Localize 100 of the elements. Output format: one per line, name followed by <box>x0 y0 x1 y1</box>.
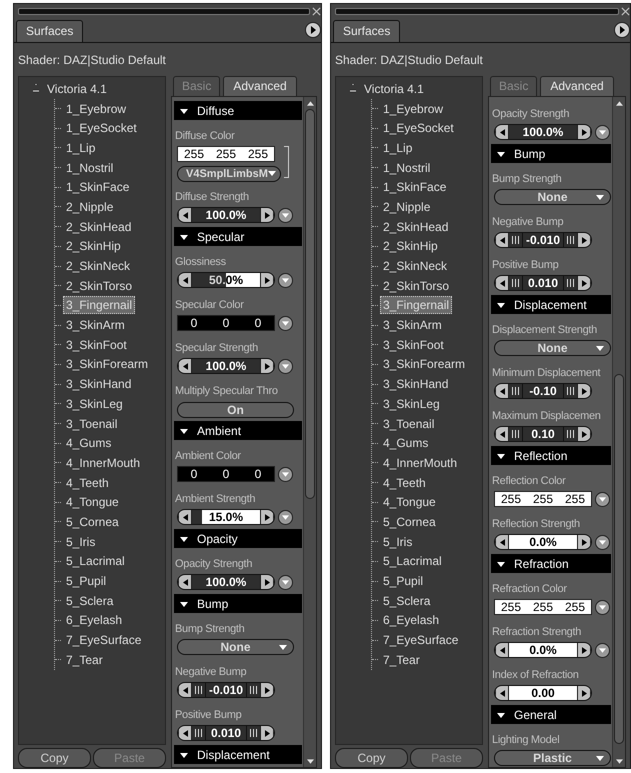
increment-button[interactable] <box>577 384 591 398</box>
menu-button[interactable] <box>595 124 610 140</box>
slider-track[interactable]: 0.00 <box>509 686 577 700</box>
section-header[interactable]: Displacement <box>174 745 302 764</box>
tree-item[interactable]: 3_SkinFoot <box>380 336 447 354</box>
menu-button[interactable] <box>278 574 293 590</box>
tree-item[interactable]: 1_Eyebrow <box>63 100 130 118</box>
tree-item[interactable]: 4_InnerMouth <box>380 454 460 472</box>
tree-item[interactable]: 6_Eyelash <box>63 611 126 630</box>
tree-item[interactable]: 2_Nipple <box>380 198 434 216</box>
increment-button[interactable] <box>260 273 274 287</box>
scroll-up-icon[interactable] <box>616 100 622 106</box>
slider[interactable]: 100.0% <box>177 207 275 223</box>
tree-item[interactable]: Victoria 4.1 <box>44 80 110 98</box>
slider[interactable]: 0.0% <box>494 534 592 550</box>
tree-item[interactable]: 5_Sclera <box>380 592 434 610</box>
scroll-down-icon[interactable] <box>306 758 314 764</box>
decrement-button[interactable] <box>178 273 192 287</box>
tree-item[interactable]: 5_Pupil <box>380 572 426 590</box>
tree-item[interactable]: 1_SkinFace <box>380 178 450 196</box>
toggle-button[interactable]: On <box>177 402 294 418</box>
tree-item[interactable]: 4_InnerMouth <box>63 454 144 472</box>
section-header[interactable]: Displacement <box>491 295 611 314</box>
section-header[interactable]: Ambient <box>174 421 302 440</box>
tree-item[interactable]: 3_Toenail <box>380 414 438 433</box>
number-stepper[interactable]: -0.010 <box>177 682 275 698</box>
tree-item[interactable]: 7_EyeSurface <box>63 631 144 650</box>
tree-item[interactable]: 5_Sclera <box>63 592 116 610</box>
tree-item[interactable]: 5_Cornea <box>63 512 122 531</box>
number-stepper[interactable]: 0.10 <box>494 426 592 442</box>
increment-button[interactable] <box>577 427 591 441</box>
slider-track[interactable]: 100.0% <box>192 359 260 373</box>
increment-button[interactable] <box>260 208 274 222</box>
tree-item[interactable]: 5_Lacrimal <box>63 552 128 570</box>
slider-track[interactable]: 0.0% <box>509 535 577 549</box>
increment-button[interactable] <box>577 276 591 290</box>
decrement-button[interactable] <box>495 686 509 700</box>
decrement-button[interactable] <box>178 726 192 740</box>
tree-item[interactable]: 4_Gums <box>380 434 432 452</box>
menu-button[interactable] <box>278 358 293 374</box>
color-field[interactable]: 0 0 0 <box>177 315 275 331</box>
panel-tab[interactable]: Surfaces <box>16 20 84 42</box>
tree-item[interactable]: 2_SkinHip <box>63 237 124 256</box>
menu-button[interactable] <box>595 642 610 658</box>
increment-button[interactable] <box>577 125 591 139</box>
slider[interactable]: 15.0% <box>177 509 275 525</box>
slider[interactable]: 100.0% <box>494 124 592 140</box>
tree-item[interactable]: 5_Lacrimal <box>380 552 445 570</box>
number-stepper[interactable]: 0.010 <box>177 725 275 741</box>
tree-item[interactable]: 3_SkinHand <box>380 375 452 394</box>
tree-item[interactable]: 1_EyeSocket <box>63 119 140 138</box>
section-header[interactable]: Opacity <box>174 529 302 548</box>
tree-item[interactable]: 4_Gums <box>63 434 114 452</box>
dropdown[interactable]: None <box>494 189 611 205</box>
decrement-button[interactable] <box>495 427 509 441</box>
color-field[interactable]: 255 255 255 <box>177 146 275 162</box>
tree-item[interactable]: 7_Tear <box>63 650 106 669</box>
increment-button[interactable] <box>260 359 274 373</box>
options-button[interactable] <box>305 22 321 38</box>
tree-item[interactable]: 6_Eyelash <box>380 611 442 630</box>
decrement-button[interactable] <box>178 359 192 373</box>
menu-button[interactable] <box>595 492 610 506</box>
slider[interactable]: 100.0% <box>177 574 275 590</box>
section-header[interactable]: Specular <box>174 227 302 246</box>
color-field[interactable]: 255 255 255 <box>494 599 592 615</box>
color-field[interactable]: 0 0 0 <box>177 466 275 482</box>
number-stepper[interactable]: 0.010 <box>494 275 592 291</box>
increment-button[interactable] <box>577 643 591 657</box>
close-icon[interactable] <box>621 6 630 16</box>
dropdown[interactable]: Plastic <box>494 750 611 766</box>
tree-item[interactable]: 4_Tongue <box>63 493 122 512</box>
decrement-button[interactable] <box>495 233 509 247</box>
menu-button[interactable] <box>278 272 293 288</box>
scroll-up-icon[interactable] <box>306 100 314 106</box>
decrement-button[interactable] <box>178 510 192 524</box>
menu-button[interactable] <box>278 466 293 482</box>
tree-item[interactable]: 3_SkinArm <box>63 316 128 334</box>
decrement-button[interactable] <box>495 535 509 549</box>
tree-item[interactable]: 3_SkinHand <box>63 375 134 394</box>
decrement-button[interactable] <box>495 643 509 657</box>
tree-item[interactable]: 3_Fingernail <box>63 296 136 314</box>
menu-button[interactable] <box>278 316 293 330</box>
increment-button[interactable] <box>577 686 591 700</box>
tree-item[interactable]: 3_SkinArm <box>380 316 445 334</box>
tree-item[interactable]: 3_Toenail <box>63 414 120 433</box>
tree-item[interactable]: 2_SkinNeck <box>63 257 134 276</box>
close-icon[interactable] <box>312 6 321 16</box>
section-header[interactable]: Bump <box>491 144 611 163</box>
number-stepper[interactable]: -0.10 <box>494 383 592 399</box>
tree-item[interactable]: 2_SkinHead <box>380 218 452 236</box>
tree-item[interactable]: Victoria 4.1 <box>361 80 427 98</box>
increment-button[interactable] <box>577 233 591 247</box>
increment-button[interactable] <box>260 726 274 740</box>
options-button[interactable] <box>614 22 630 38</box>
slider-track[interactable]: 0.0% <box>509 643 577 657</box>
copy-button[interactable]: Copy <box>335 748 408 768</box>
tree-item[interactable]: 1_Nostril <box>63 158 116 177</box>
tree-item[interactable]: 7_Tear <box>380 650 423 669</box>
tree-item[interactable]: 5_Iris <box>63 532 98 551</box>
menu-button[interactable] <box>278 208 293 222</box>
